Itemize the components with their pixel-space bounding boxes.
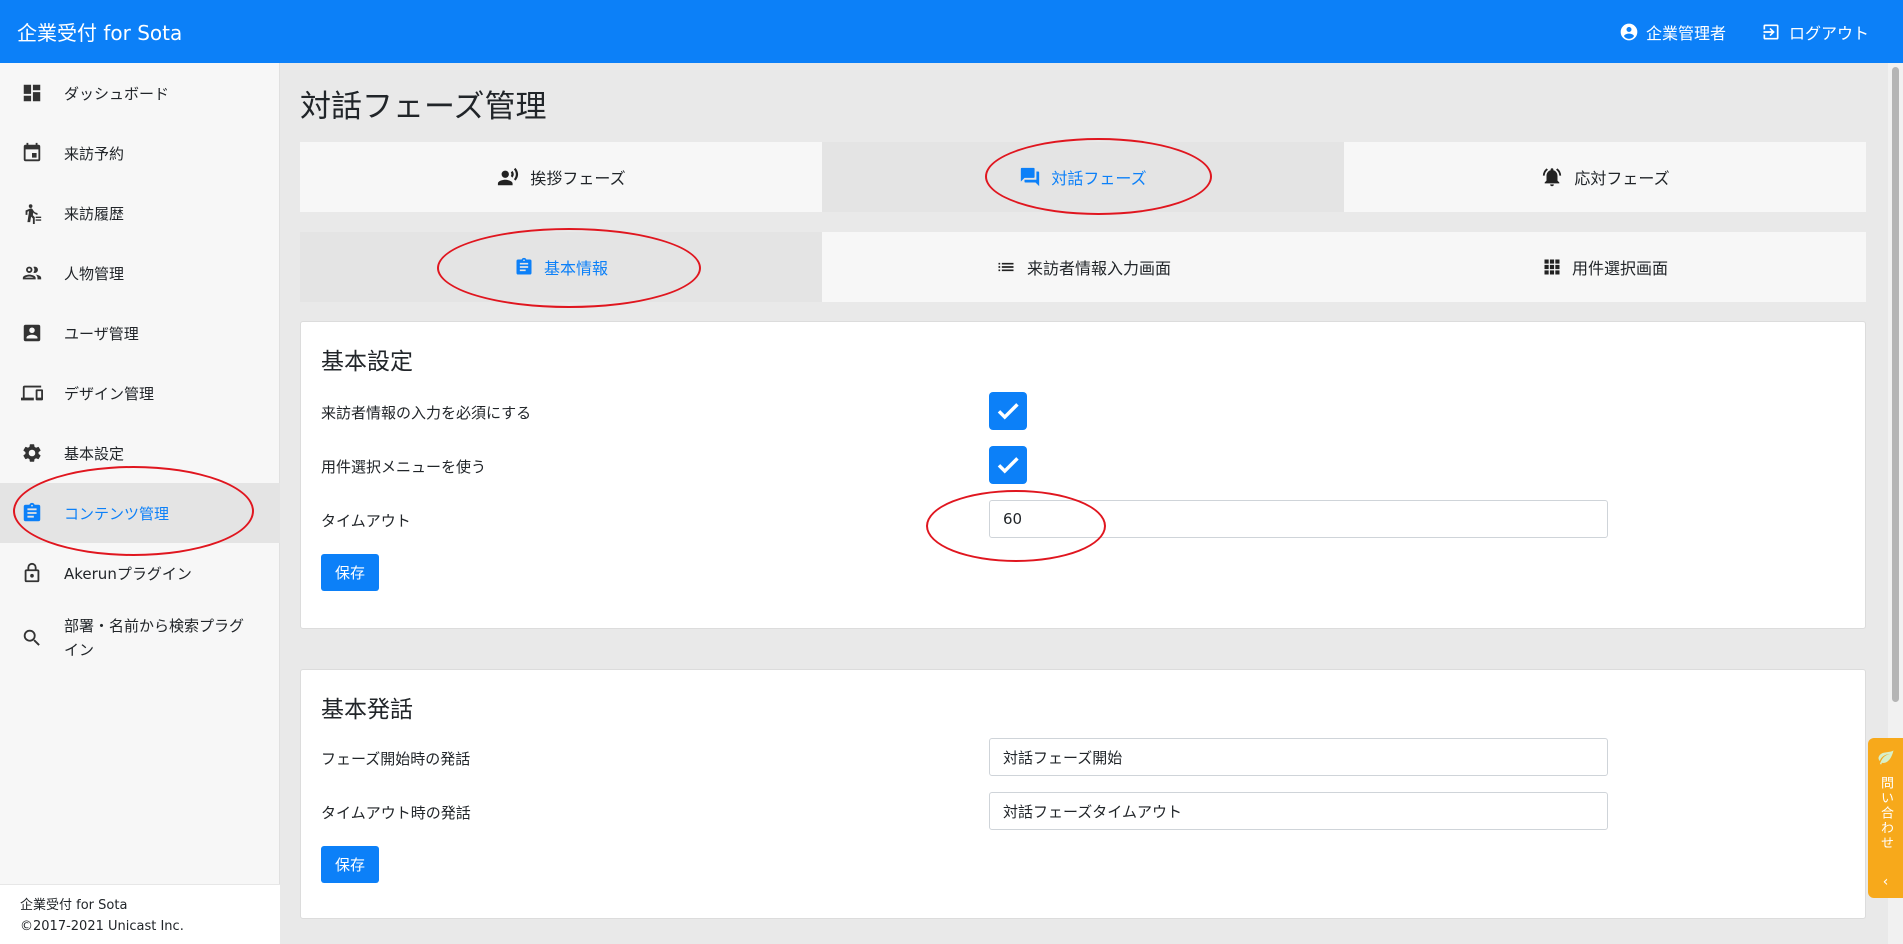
user-label: 企業管理者 <box>1645 23 1726 43</box>
timeout-label: タイムアウト <box>321 512 411 530</box>
footer-app-name: 企業受付 for Sota <box>20 898 128 913</box>
checkmark-icon <box>997 457 1019 474</box>
sidebar-item-visit-history[interactable]: 来訪履歴 <box>0 183 280 243</box>
logout-label: ログアウト <box>1788 23 1869 43</box>
chat-icon <box>1021 167 1040 187</box>
sidebar-item-dashboard[interactable]: ダッシュボード <box>0 63 280 123</box>
use-purpose-menu-checkbox[interactable] <box>989 446 1027 484</box>
contact-side-tab[interactable]: 問い合わせ ‹ <box>1868 738 1903 898</box>
contact-label: 問い合わせ <box>1878 776 1893 851</box>
tab-label: 用件選択画面 <box>1571 259 1668 278</box>
tab-basic-info[interactable]: 基本情報 <box>300 232 822 302</box>
clipboard-icon <box>20 501 44 525</box>
sidebar-item-label: ユーザ管理 <box>64 324 139 343</box>
checkmark-icon <box>997 403 1019 420</box>
user-menu[interactable]: 企業管理者 <box>1619 20 1726 44</box>
timeout-input[interactable] <box>989 500 1608 538</box>
logout-button[interactable]: ログアウト <box>1760 20 1869 44</box>
people-icon <box>20 261 44 285</box>
timeout-speech-label: タイムアウト時の発話 <box>321 804 471 822</box>
sidebar-item-label: 基本設定 <box>64 444 125 463</box>
tab-visitor-input-screen[interactable]: 来訪者情報入力画面 <box>822 232 1344 302</box>
sidebar-item-visit-reservation[interactable]: 来訪予約 <box>0 123 280 183</box>
walking-person-icon <box>20 201 44 225</box>
sidebar-item-search-plugin[interactable]: 部署・名前から検索プラグイン <box>0 603 280 673</box>
tab-label: 来訪者情報入力画面 <box>1026 259 1171 278</box>
sidebar-item-label: 人物管理 <box>64 264 125 283</box>
timeout-speech-input[interactable] <box>989 792 1608 830</box>
top-bar: 企業受付 for Sota 企業管理者 ログアウト <box>0 0 1903 63</box>
use-purpose-menu-label: 用件選択メニューを使う <box>321 458 487 476</box>
clipboard-icon <box>516 257 532 275</box>
save-basic-speech-button[interactable]: 保存 <box>321 846 380 883</box>
phase-tabs: 挨拶フェーズ 対話フェーズ 応対フェーズ <box>300 142 1866 212</box>
sidebar: ダッシュボード 来訪予約 来訪履歴 人物管理 ユーザ管理 デザイン管理 基本設定… <box>0 63 280 944</box>
sidebar-item-contents[interactable]: コンテンツ管理 <box>0 483 280 543</box>
sidebar-item-people[interactable]: 人物管理 <box>0 243 280 303</box>
basic-speech-card: 基本発話 フェーズ開始時の発話 タイムアウト時の発話 保存 <box>300 669 1866 919</box>
sidebar-item-label: コンテンツ管理 <box>64 504 170 523</box>
sidebar-footer: 企業受付 for Sota ©2017-2021 Unicast Inc. <box>0 884 280 944</box>
grid-icon <box>1544 259 1560 275</box>
sidebar-item-label: ダッシュボード <box>64 84 170 103</box>
footer-copyright: ©2017-2021 Unicast Inc. <box>20 919 184 934</box>
tab-label: 応対フェーズ <box>1574 169 1670 188</box>
tab-response-phase[interactable]: 応対フェーズ <box>1344 142 1866 212</box>
leaf-icon <box>1878 750 1893 765</box>
sub-tabs: 基本情報 来訪者情報入力画面 用件選択画面 <box>300 232 1866 302</box>
gear-icon <box>20 441 44 465</box>
sidebar-item-akerun-plugin[interactable]: Akerunプラグイン <box>0 543 280 603</box>
phase-start-speech-label: フェーズ開始時の発話 <box>321 750 471 768</box>
exit-icon <box>1763 24 1779 39</box>
chevron-left-icon: ‹ <box>1882 874 1889 890</box>
bell-icon <box>1543 168 1562 187</box>
tab-greeting-phase[interactable]: 挨拶フェーズ <box>300 142 822 212</box>
card-title: 基本設定 <box>321 349 413 375</box>
require-visitor-info-label: 来訪者情報の入力を必須にする <box>321 404 532 422</box>
require-visitor-info-checkbox[interactable] <box>989 392 1027 430</box>
sidebar-item-label: デザイン管理 <box>64 384 155 403</box>
scrollbar-thumb[interactable] <box>1892 67 1899 702</box>
save-basic-settings-button[interactable]: 保存 <box>321 554 380 591</box>
sidebar-item-design[interactable]: デザイン管理 <box>0 363 280 423</box>
sidebar-item-label: 部署・名前から検索プラグイン <box>64 617 245 659</box>
basic-settings-card: 基本設定 来訪者情報の入力を必須にする 用件選択メニューを使う タイムアウト 保… <box>300 321 1866 629</box>
devices-icon <box>20 381 44 405</box>
list-icon <box>998 262 1014 272</box>
dashboard-icon <box>20 81 44 105</box>
calendar-icon <box>20 141 44 165</box>
speaking-person-icon <box>498 167 519 186</box>
account-box-icon <box>20 321 44 345</box>
sidebar-item-users[interactable]: ユーザ管理 <box>0 303 280 363</box>
main-content: 対話フェーズ管理 挨拶フェーズ 対話フェーズ 応対フェーズ 基本情報 来訪者情報… <box>281 63 1881 944</box>
card-title: 基本発話 <box>321 697 413 723</box>
tab-label: 挨拶フェーズ <box>530 169 626 188</box>
account-circle-icon <box>1620 23 1638 40</box>
search-icon <box>20 626 44 650</box>
tab-label: 基本情報 <box>543 259 608 278</box>
tab-dialogue-phase[interactable]: 対話フェーズ <box>822 142 1344 212</box>
lock-icon <box>20 561 44 585</box>
sidebar-item-label: 来訪予約 <box>64 144 125 163</box>
phase-start-speech-input[interactable] <box>989 738 1608 776</box>
tab-label: 対話フェーズ <box>1051 169 1147 188</box>
sidebar-item-label: 来訪履歴 <box>64 204 125 223</box>
page-title: 対話フェーズ管理 <box>300 89 547 125</box>
sidebar-item-basic-settings[interactable]: 基本設定 <box>0 423 280 483</box>
tab-purpose-select-screen[interactable]: 用件選択画面 <box>1344 232 1866 302</box>
sidebar-item-label: Akerunプラグイン <box>64 564 192 583</box>
brand-title[interactable]: 企業受付 for Sota <box>17 17 182 46</box>
